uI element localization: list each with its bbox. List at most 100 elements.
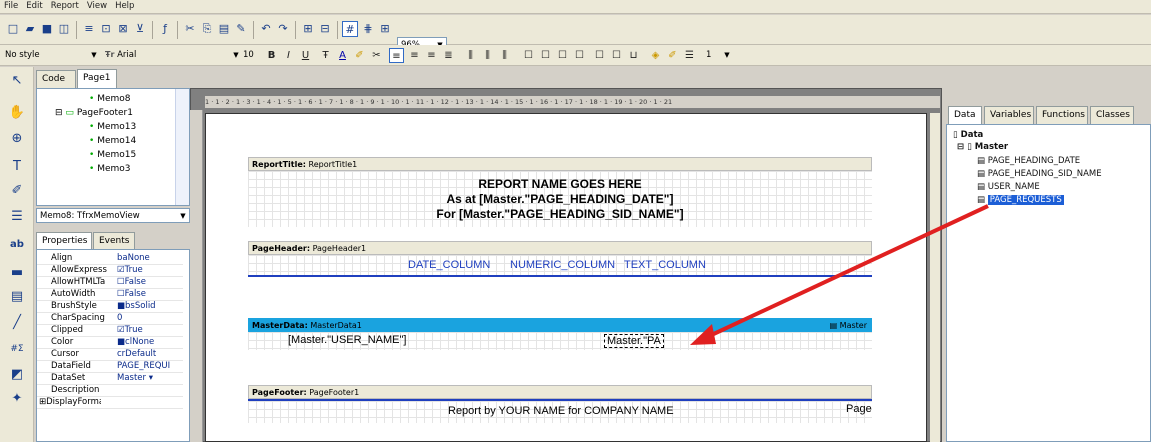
property-row[interactable]: BrushStyle ■bsSolid: [37, 301, 183, 313]
menu-report[interactable]: Report: [47, 0, 83, 13]
variables-icon[interactable]: ƒ: [157, 21, 173, 37]
menu-help[interactable]: Help: [111, 0, 138, 13]
property-row[interactable]: Color ■clNone: [37, 337, 183, 349]
tree-scrollbar[interactable]: [175, 89, 189, 205]
property-row[interactable]: AllowExpress ☑True: [37, 265, 183, 277]
property-value[interactable]: PAGE_REQUI: [117, 361, 183, 372]
more-tools-icon[interactable]: ✦: [7, 389, 27, 409]
text-column-memo[interactable]: TEXT_COLUMN: [624, 259, 706, 271]
hand-tool-icon[interactable]: ✋: [7, 103, 27, 123]
format-copy-icon[interactable]: ✐: [7, 181, 27, 201]
page-footer-band[interactable]: Report by YOUR NAME for COMPANY NAME Pag…: [248, 399, 872, 423]
tab-code[interactable]: Code: [36, 70, 76, 88]
menu-edit[interactable]: Edit: [22, 0, 46, 13]
property-row[interactable]: AutoWidth ☐False: [37, 289, 183, 301]
user-name-memo[interactable]: [Master."USER_NAME"]: [288, 334, 406, 346]
frame-none-icon[interactable]: ☐: [609, 48, 624, 63]
property-value[interactable]: Master ▾: [117, 373, 183, 384]
frame-style-icon[interactable]: ☰: [682, 48, 697, 63]
data-field[interactable]: ▤ USER_NAME: [977, 182, 1040, 192]
design-scrollbar[interactable]: [930, 113, 940, 442]
tree-item[interactable]: • Memo15: [89, 150, 136, 160]
for-memo[interactable]: For [Master."PAGE_HEADING_SID_NAME"]: [248, 207, 872, 221]
rotation-icon[interactable]: ✂: [369, 48, 384, 63]
chart-tool-icon[interactable]: ◩: [7, 365, 27, 385]
line-tool-icon[interactable]: ╱: [7, 313, 27, 333]
date-column-memo[interactable]: DATE_COLUMN: [408, 259, 490, 271]
menu-file[interactable]: File: [0, 0, 22, 13]
bold-icon[interactable]: B: [264, 48, 279, 63]
valign-bottom-icon[interactable]: ⫼: [497, 48, 512, 63]
save-icon[interactable]: ■: [39, 21, 55, 37]
page-number-memo[interactable]: Page: [846, 403, 872, 415]
property-value[interactable]: ☑True: [117, 325, 183, 336]
tab-events[interactable]: Events: [93, 232, 135, 250]
property-row[interactable]: DataField PAGE_REQUI: [37, 361, 183, 373]
zoom-tool-icon[interactable]: ⊕: [7, 129, 27, 149]
band-header-report-title[interactable]: ReportTitle: ReportTitle1: [248, 157, 872, 171]
underline-icon[interactable]: U: [298, 48, 313, 63]
memo-tool-icon[interactable]: ab: [7, 235, 27, 255]
page-settings-icon[interactable]: ⊻: [132, 21, 148, 37]
new-icon[interactable]: □: [5, 21, 21, 37]
frame-left-icon[interactable]: ☐: [555, 48, 570, 63]
delete-page-icon[interactable]: ⊠: [115, 21, 131, 37]
master-data-band[interactable]: [Master."USER_NAME"] Master."PA: [248, 332, 872, 350]
tree-item[interactable]: • Memo3: [89, 164, 131, 174]
frame-width-select[interactable]: 1 ▼: [702, 47, 734, 63]
property-row[interactable]: Cursor crDefault: [37, 349, 183, 361]
highlight-icon[interactable]: ✐: [352, 48, 367, 63]
property-value[interactable]: ☐False: [117, 289, 183, 300]
dropdown-button-icon[interactable]: ▾: [149, 373, 153, 383]
property-value[interactable]: ☐False: [117, 277, 183, 288]
data-root[interactable]: ▯ Data: [953, 130, 983, 140]
property-value[interactable]: ☑True: [117, 265, 183, 276]
align-center-icon[interactable]: ≡: [407, 48, 422, 63]
property-value[interactable]: baNone: [117, 253, 183, 264]
property-row[interactable]: CharSpacing 0: [37, 313, 183, 325]
format-painter-icon[interactable]: ✎: [233, 21, 249, 37]
tree-item[interactable]: • Memo14: [89, 136, 136, 146]
cut-icon[interactable]: ✂: [182, 21, 198, 37]
object-select[interactable]: Memo8: TfrxMemoView ▼: [36, 208, 190, 223]
copy-icon[interactable]: ⎘: [199, 21, 215, 37]
ungroup-icon[interactable]: ⊟: [317, 21, 333, 37]
open-icon[interactable]: ▰: [22, 21, 38, 37]
font-size-select[interactable]: ▼ 10: [229, 47, 261, 63]
align-justify-icon[interactable]: ≣: [441, 48, 456, 63]
italic-icon[interactable]: I: [281, 48, 296, 63]
group-icon[interactable]: ⊞: [300, 21, 316, 37]
align-left-icon[interactable]: ≡: [389, 48, 404, 63]
data-field[interactable]: ▤ PAGE_HEADING_SID_NAME: [977, 169, 1102, 179]
tab-data[interactable]: Data: [948, 106, 982, 124]
frame-color-icon[interactable]: ✐: [665, 48, 680, 63]
undo-icon[interactable]: ↶: [258, 21, 274, 37]
dataset-master[interactable]: ⊟ ▯ Master: [957, 142, 1008, 152]
property-value[interactable]: ■clNone: [117, 337, 183, 348]
font-settings-icon[interactable]: Ŧ: [318, 48, 333, 63]
property-row[interactable]: Description: [37, 385, 183, 397]
report-title-band[interactable]: REPORT NAME GOES HERE As at [Master."PAG…: [248, 171, 872, 227]
property-row[interactable]: DataSet Master ▾: [37, 373, 183, 385]
band-icon[interactable]: ☰: [7, 207, 27, 227]
data-field[interactable]: ▤ PAGE_HEADING_DATE: [977, 156, 1080, 166]
property-row[interactable]: Clipped ☑True: [37, 325, 183, 337]
report-page[interactable]: ReportTitle: ReportTitle1 REPORT NAME GO…: [205, 113, 927, 442]
frame-all-icon[interactable]: ☐: [592, 48, 607, 63]
frame-right-icon[interactable]: ☐: [572, 48, 587, 63]
tab-variables[interactable]: Variables: [984, 106, 1034, 124]
title-memo[interactable]: REPORT NAME GOES HERE: [248, 177, 872, 191]
tree-item[interactable]: • Memo13: [89, 122, 136, 132]
page-header-band[interactable]: DATE_COLUMN NUMERIC_COLUMN TEXT_COLUMN: [248, 255, 872, 277]
tab-functions[interactable]: Functions: [1036, 106, 1088, 124]
fit-to-grid-icon[interactable]: ⊞: [377, 21, 393, 37]
tree-item[interactable]: ⊟ ▭ PageFooter1: [55, 108, 133, 118]
frame-bottom-icon[interactable]: ☐: [538, 48, 553, 63]
valign-center-icon[interactable]: ⫼: [480, 48, 495, 63]
footer-memo[interactable]: Report by YOUR NAME for COMPANY NAME: [448, 405, 674, 417]
tab-classes[interactable]: Classes: [1090, 106, 1134, 124]
property-row[interactable]: Align baNone: [37, 253, 183, 265]
menu-view[interactable]: View: [83, 0, 111, 13]
align-to-grid-icon[interactable]: ⋕: [360, 21, 376, 37]
align-right-icon[interactable]: ≡: [424, 48, 439, 63]
